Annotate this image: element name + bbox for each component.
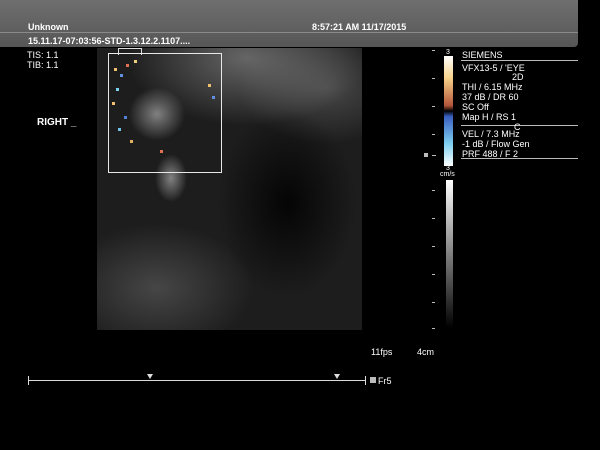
color-doppler-roi-box[interactable] (108, 53, 222, 173)
doppler-speckle (126, 64, 129, 67)
doppler-speckle (212, 96, 215, 99)
patient-name: Unknown (28, 22, 69, 32)
parameter-panel: SIEMENS VFX13-5 / 'EYE 2D THI / 6.15 MHz… (462, 48, 578, 160)
colorbar-unit: cm/s (440, 171, 455, 178)
side-label: RIGHT _ (37, 117, 77, 128)
map-label: Map H / RS 1 (462, 112, 517, 122)
doppler-speckle (134, 60, 137, 63)
doppler-speckle (114, 68, 117, 71)
doppler-speckle (112, 102, 115, 105)
mode-2d-label: 2D (512, 72, 524, 82)
cine-timeline[interactable] (28, 380, 366, 381)
tis-value: TIS: 1.1 (27, 50, 59, 60)
doppler-speckle (130, 140, 133, 143)
thi-label: THI / 6.15 MHz (462, 82, 523, 92)
flow-label: -1 dB / Flow Gen (462, 139, 530, 149)
doppler-speckle (118, 128, 121, 131)
depth-scale (432, 50, 436, 330)
timeline-start-tick (28, 376, 29, 385)
timeline-marker-icon[interactable] (334, 374, 340, 379)
doppler-speckle (116, 88, 119, 91)
doppler-speckle (160, 150, 163, 153)
vel-label: VEL / 7.3 MHz (462, 129, 520, 139)
depth-value: 4cm (417, 347, 435, 357)
hypoechoic-region (217, 108, 357, 298)
color-velocity-bar (444, 56, 453, 166)
prf-label: PRF 488 / F 2 (462, 149, 519, 159)
gain-dr-label: 37 dB / DR 60 (462, 92, 519, 102)
timeline-marker-icon[interactable] (147, 374, 153, 379)
frame-icon (370, 377, 376, 383)
doppler-speckle (208, 84, 211, 87)
tib-value: TIB: 1.1 (27, 60, 59, 70)
doppler-speckle (124, 116, 127, 119)
frame-number: Fr5 (378, 376, 392, 386)
sc-label: SC Off (462, 102, 489, 112)
study-id: 15.11.17-07:03:56-STD-1.3.12.2.1107.... (28, 36, 191, 46)
grayscale-bar (446, 180, 453, 328)
timeline-end-tick (365, 376, 366, 385)
doppler-speckle (120, 74, 123, 77)
exam-datetime: 8:57:21 AM 11/17/2015 (312, 22, 407, 32)
vendor-label: SIEMENS (462, 50, 503, 60)
header-divider (0, 32, 578, 33)
focus-marker-icon (424, 153, 428, 157)
frame-rate: 11fps (371, 347, 393, 357)
